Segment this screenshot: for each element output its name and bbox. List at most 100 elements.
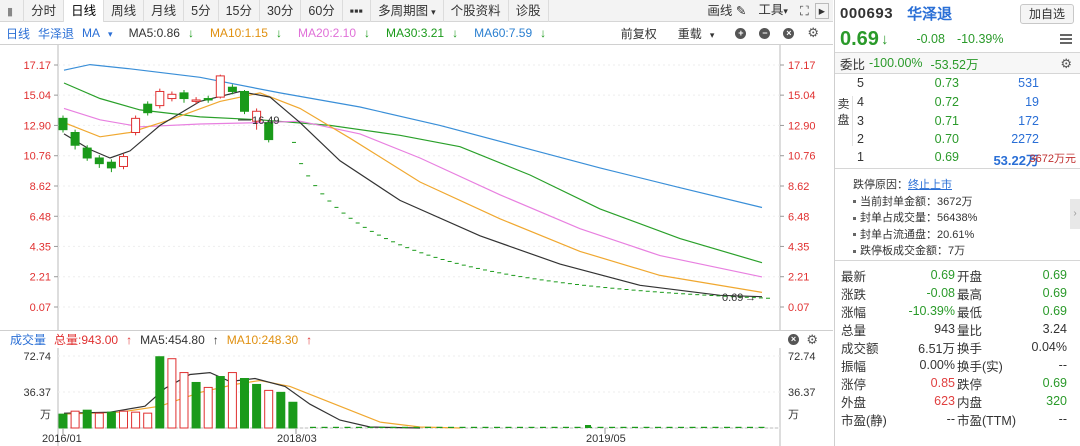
ask-level: 4 — [857, 95, 864, 109]
volume-grid — [0, 348, 833, 446]
order-diff-value: -53.52万 — [930, 57, 979, 72]
zoom-out-icon[interactable]: − — [759, 27, 771, 39]
tab-5min[interactable]: 5分 — [184, 0, 219, 22]
quote-key: 涨停 — [841, 377, 867, 392]
up-arrow-icon: ↑ — [306, 332, 313, 347]
sidebar-toggle[interactable]: ▮ — [0, 0, 25, 22]
last-price-label: 0.69 — [722, 292, 743, 304]
volume-bar — [712, 426, 719, 428]
volume-bar — [402, 426, 408, 428]
ask-row-3[interactable]: 3 0.71 172 — [857, 114, 1079, 133]
ask-price: 0.73 — [934, 76, 959, 90]
gear-icon[interactable]: ⚙ — [807, 25, 819, 41]
price-change: -0.08 — [916, 32, 945, 46]
tools-button[interactable]: 工具▾ — [752, 0, 794, 22]
volume-chart[interactable]: 72.74 72.74 36.37 36.37 万 万 2016/01 2018/03 201… — [0, 348, 833, 446]
quote-key: 换手(实) — [957, 359, 1003, 374]
chevron-right-icon[interactable]: › — [1070, 199, 1080, 229]
price-grid — [0, 44, 833, 330]
collapse-panel-icon[interactable]: ▸ — [814, 2, 829, 19]
gear-icon[interactable]: ⚙ — [1060, 56, 1072, 72]
tab-stock-profile[interactable]: 个股资料 — [444, 0, 509, 22]
quote-value: -- — [1058, 412, 1067, 426]
info-line: 封单占流通盘：20.61% — [853, 227, 1080, 244]
chevron-down-icon: ▾ — [431, 6, 436, 17]
volume-bar — [574, 426, 581, 428]
tab-15min[interactable]: 15分 — [219, 0, 260, 22]
volume-bar — [678, 426, 684, 428]
ma20-value: MA20:2.10 ↓ — [298, 26, 378, 40]
close-icon[interactable]: × — [783, 27, 795, 39]
quote-row: 成交额 6.51万 换手 0.04% — [835, 338, 1080, 356]
ask-level: 5 — [857, 76, 864, 90]
add-watchlist-button[interactable]: 加自选 — [1019, 4, 1074, 24]
ask-level: 3 — [857, 114, 864, 128]
volume-header: 成交量 总量:943.00 ↑ MA5:454.80 ↑ MA10:248.30 ↑ … — [0, 330, 833, 348]
tab-weekly[interactable]: 周线 — [104, 0, 145, 22]
overlay-label: 重载 — [677, 26, 702, 41]
tab-diagnose[interactable]: 诊股 — [509, 0, 549, 22]
date-tick: 2019/05 — [586, 433, 626, 445]
menu-icon[interactable] — [1060, 34, 1072, 44]
volume-ma5-text: MA5:454.80 — [140, 332, 205, 347]
stock-name-label: 华泽退 — [38, 26, 75, 41]
overlay-selector[interactable]: 重载 ▾ — [678, 25, 723, 42]
draw-line-button[interactable]: 画线 ✎ — [701, 0, 752, 22]
tab-more-periods[interactable]: ▪▪▪ — [343, 0, 372, 22]
ask-qty: 172 — [1018, 114, 1039, 128]
price-axis-tick: 12.90 — [788, 120, 816, 132]
ma-selector-label: MA — [82, 26, 101, 40]
ask-row-1[interactable]: 1 0.69 53.22万 3672万元 — [857, 150, 1079, 169]
volume-bar — [167, 358, 177, 429]
ask-qty: 19 — [1025, 95, 1039, 109]
down-arrow-icon: ↓ — [880, 30, 889, 48]
price-axis-tick: 15.04 — [788, 90, 816, 102]
quote-row: 涨停 0.85 跌停 0.69 — [835, 374, 1080, 392]
volume-bar — [425, 426, 431, 428]
close-icon[interactable]: × — [788, 334, 799, 345]
ask-row-2[interactable]: 2 0.70 2272 — [857, 132, 1079, 151]
volume-bar — [356, 426, 362, 428]
tab-multi-period[interactable]: 多周期图 ▾ — [371, 0, 444, 22]
quote-value: 943 — [934, 322, 955, 336]
quote-value: 623 — [934, 394, 955, 408]
quote-value: -- — [946, 412, 955, 426]
volume-bar — [655, 426, 661, 428]
ask-row-5[interactable]: 5 0.73 531 — [857, 76, 1079, 95]
ask-row-4[interactable]: 4 0.72 19 — [857, 95, 1079, 114]
volume-bar — [344, 426, 351, 428]
down-arrow-icon: ↓ — [364, 26, 371, 40]
adjust-selector[interactable]: 前复权 — [621, 25, 665, 42]
quote-key: 内盘 — [957, 395, 983, 410]
tab-monthly[interactable]: 月线 — [144, 0, 185, 22]
date-tick: 2016/01 — [42, 433, 82, 445]
date-tick: 2018/03 — [277, 433, 317, 445]
tab-30min[interactable]: 30分 — [260, 0, 302, 22]
volume-bar — [240, 378, 249, 429]
info-text: 跌停板成交金额：7万 — [860, 245, 966, 257]
volume-axis-tick: 72.74 — [788, 351, 816, 363]
volume-bar — [264, 389, 274, 429]
ma5-text: MA5:0.86 — [128, 26, 180, 40]
tab-60min[interactable]: 60分 — [301, 0, 343, 22]
quote-key: 成交额 — [841, 341, 879, 356]
info-line: 跌停板成交金额：7万 — [853, 243, 1080, 260]
chart-controls: 前复权 重载 ▾ + − × ⚙ — [621, 23, 827, 43]
volume-label: 成交量 — [10, 333, 47, 347]
fullscreen-icon[interactable]: ⛶ — [794, 0, 815, 22]
ma-selector[interactable]: MA ▾ — [82, 26, 121, 40]
volume-total: 总量:943.00 ↑ — [54, 333, 133, 347]
info-line: 封单占成交量：56438% — [853, 210, 1080, 227]
zoom-in-icon[interactable]: + — [735, 27, 747, 39]
stock-header: 000693 华泽退 加自选 — [835, 0, 1080, 26]
volume-bar — [448, 426, 454, 428]
ask-price: 0.72 — [934, 95, 959, 109]
ma60-text: MA60:7.59 — [474, 26, 533, 40]
quote-value: 0.69 — [1042, 304, 1067, 318]
gear-icon[interactable]: ⚙ — [806, 332, 818, 348]
tab-minute[interactable]: 分时 — [24, 0, 65, 22]
tab-daily[interactable]: 日线 — [64, 0, 105, 22]
volume-axis-tick: 36.37 — [23, 387, 51, 399]
volume-bar — [390, 426, 397, 428]
price-chart[interactable]: 17.17 15.04 12.90 10.76 8.62 6.48 4.35 2.21 0.07… — [0, 44, 833, 330]
